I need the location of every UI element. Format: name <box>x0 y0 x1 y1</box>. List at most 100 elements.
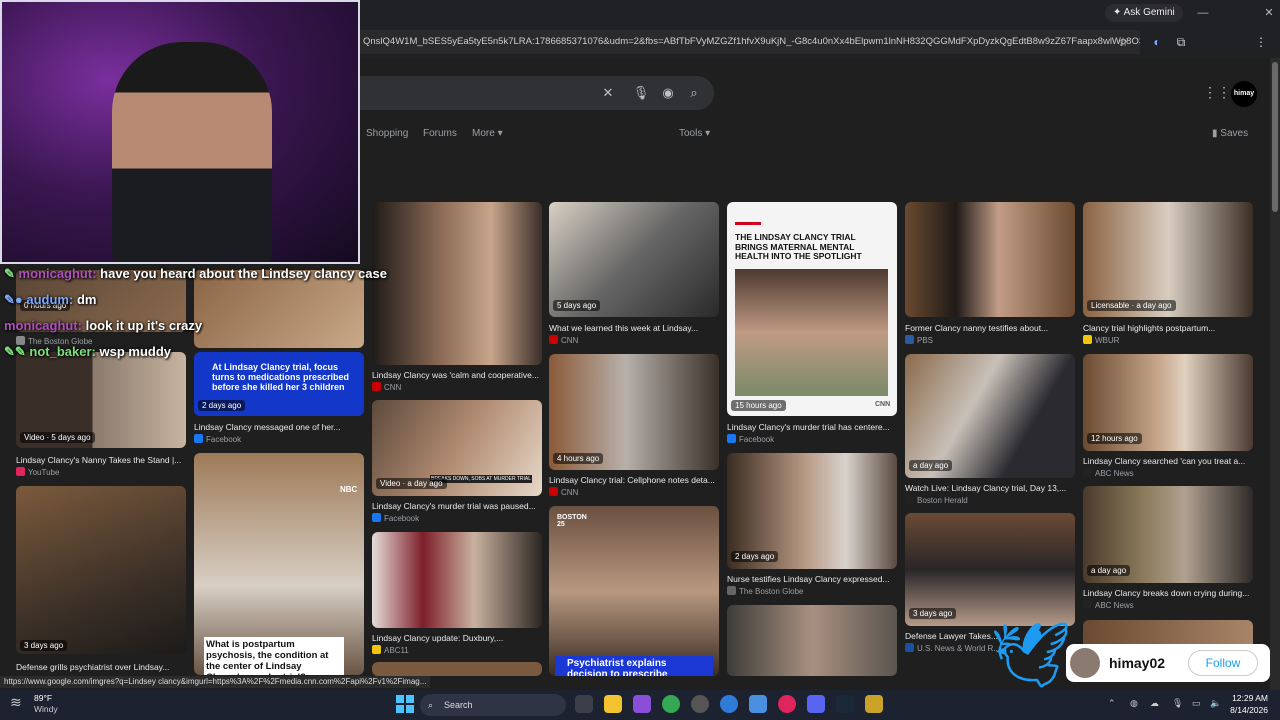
volume-icon[interactable]: 🔈 <box>1210 698 1221 709</box>
google-apps-icon[interactable]: ⋮⋮ <box>1203 84 1231 102</box>
thumbnail-headline: Psychiatrist explains decision to prescr… <box>555 656 713 676</box>
network-icon[interactable]: ▭ <box>1192 698 1201 709</box>
result-title: Former Clancy nanny testifies about... <box>905 323 1049 333</box>
close-icon[interactable]: ✕ <box>1258 4 1280 22</box>
result-source: CNN <box>549 487 578 497</box>
streamer-figure <box>112 42 272 262</box>
image-thumbnail: BOSTON 25 Psychiatrist explains decision… <box>549 506 719 676</box>
tray-app-icon[interactable]: ◍ <box>1130 698 1138 709</box>
result-title: What we learned this week at Lindsay... <box>549 323 699 333</box>
microphone-icon[interactable]: 🎙 <box>1172 698 1183 709</box>
image-result[interactable]: Lindsay Clancy was 'calm and cooperative… <box>372 202 542 392</box>
twitter-bird-icon: 🕊 <box>990 619 1072 691</box>
image-result-partial[interactable] <box>372 662 542 676</box>
result-source: YouTube <box>16 467 59 477</box>
tab-shopping[interactable]: Shopping <box>366 128 408 139</box>
taskbar-search[interactable]: ⌕ Search <box>420 694 566 716</box>
image-result[interactable]: THE LINDSAY CLANCY TRIAL BRINGS MATERNAL… <box>727 202 897 444</box>
ask-gemini-button[interactable]: ✦ Ask Gemini <box>1105 4 1183 22</box>
kebab-menu-icon[interactable]: ⋮ <box>1252 33 1270 51</box>
image-result[interactable]: 3 days ago Defense grills psychiatrist o… <box>16 486 186 676</box>
time-badge: 12 hours ago <box>1087 433 1142 444</box>
puzzle-icon[interactable]: ⧉ <box>1172 33 1190 51</box>
tab-more-label: More <box>472 128 495 139</box>
tab-more[interactable]: More ▾ <box>472 128 503 139</box>
result-source: ABC News <box>1083 600 1134 610</box>
weather-temp[interactable]: 89°F <box>34 693 52 703</box>
steam-icon[interactable] <box>836 695 854 713</box>
chat-username: monicaghut: <box>18 266 97 281</box>
saves-label: Saves <box>1220 128 1249 139</box>
image-result[interactable]: BOSTON 25 Psychiatrist explains decision… <box>549 506 719 676</box>
result-title: Lindsay Clancy trial: Cellphone notes de… <box>549 475 715 485</box>
obs-icon[interactable] <box>691 695 709 713</box>
discord-icon[interactable] <box>807 695 825 713</box>
copilot-icon[interactable] <box>633 695 651 713</box>
clock-time[interactable]: 12:29 AM <box>1228 693 1268 703</box>
image-result[interactable]: Former Clancy nanny testifies about... P… <box>905 202 1075 346</box>
image-result[interactable]: Licensable · a day ago Clancy trial high… <box>1083 202 1253 346</box>
edge-icon[interactable] <box>720 695 738 713</box>
result-title: Defense grills psychiatrist over Lindsay… <box>16 662 170 672</box>
profile-avatar[interactable]: himay <box>1231 81 1257 107</box>
tab-tools[interactable]: Tools ▾ <box>679 128 710 139</box>
microphone-icon[interactable]: 🎙 <box>632 84 650 102</box>
chat-text: wsp muddy <box>99 344 172 359</box>
store-icon[interactable] <box>749 695 767 713</box>
image-result[interactable]: Video · 5 days ago Lindsay Clancy's Nann… <box>16 352 186 477</box>
usnews-icon <box>905 643 914 652</box>
image-result[interactable]: BREAKS DOWN, SOBS AT MURDER TRIAL Video … <box>372 400 542 526</box>
chevron-up-icon[interactable]: ⌃ <box>1108 698 1116 709</box>
image-result[interactable]: NBC What is postpartum psychosis, the co… <box>194 453 364 675</box>
task-view-icon[interactable] <box>575 695 593 713</box>
image-result[interactable]: 4 hours ago Lindsay Clancy trial: Cellph… <box>549 354 719 498</box>
source-label: PBS <box>917 336 934 345</box>
saves-button[interactable]: ▮ Saves <box>1212 128 1248 139</box>
windows-start-icon[interactable] <box>396 695 414 713</box>
thumbnail-photo <box>735 269 888 396</box>
onedrive-icon[interactable]: ☁ <box>1150 698 1159 709</box>
source-label: The Boston Globe <box>739 587 804 596</box>
lens-icon[interactable]: ◉ <box>659 84 677 102</box>
source-label: CNN <box>561 336 579 345</box>
chrome-icon[interactable] <box>662 695 680 713</box>
result-source: Facebook <box>194 434 241 444</box>
scrollbar-thumb[interactable] <box>1272 62 1278 212</box>
source-label: Boston Herald <box>917 496 968 505</box>
source-label: Facebook <box>739 435 775 444</box>
app-icon[interactable] <box>865 695 883 713</box>
image-result[interactable]: 5 days ago What we learned this week at … <box>549 202 719 345</box>
image-result[interactable]: 2 days ago Nurse testifies Lindsay Clanc… <box>727 453 897 598</box>
cnn-icon <box>372 382 381 391</box>
image-result[interactable]: Lindsay Clancy update: Duxbury,... ABC11 <box>372 532 542 656</box>
result-title: Lindsay Clancy breaks down crying during… <box>1083 588 1250 598</box>
minimize-icon[interactable]: — <box>1192 4 1214 22</box>
time-badge: 2 days ago <box>731 551 779 562</box>
image-thumbnail <box>372 662 542 676</box>
image-result-partial[interactable] <box>727 605 897 676</box>
facebook-icon <box>372 513 381 522</box>
image-result[interactable]: At Lindsay Clancy trial, focus turns to … <box>194 352 364 446</box>
weather-wind-icon[interactable]: ≋ <box>10 694 22 711</box>
image-result[interactable]: 12 hours ago Lindsay Clancy searched 'ca… <box>1083 354 1253 478</box>
video-badge: Video · a day ago <box>376 478 447 489</box>
accent-bar <box>735 222 761 225</box>
weather-condition[interactable]: Windy <box>34 704 58 714</box>
chat-badge-icon: ✎ <box>4 266 15 281</box>
source-label: CNN <box>561 488 579 497</box>
follow-button[interactable]: Follow <box>1188 650 1258 676</box>
media-player-icon[interactable] <box>778 695 796 713</box>
clear-search-icon[interactable]: ✕ <box>599 84 617 102</box>
image-thumbnail: THE LINDSAY CLANCY TRIAL BRINGS MATERNAL… <box>727 202 897 416</box>
source-label: Facebook <box>206 435 242 444</box>
image-result[interactable]: a day ago Watch Live: Lindsay Clancy tri… <box>905 354 1075 506</box>
bookmark-star-icon[interactable]: ☆ <box>1114 33 1132 51</box>
tab-forums[interactable]: Forums <box>423 128 457 139</box>
search-icon[interactable]: ⌕ <box>685 84 703 102</box>
image-result[interactable]: a day ago Lindsay Clancy breaks down cry… <box>1083 486 1253 612</box>
extension-icon[interactable]: ◐ <box>1148 33 1166 51</box>
address-bar[interactable]: QnslQ4W1M_bSES5yEa5tyE5n5k7LRA:178668537… <box>360 30 1140 54</box>
file-explorer-icon[interactable] <box>604 695 622 713</box>
clock-date[interactable]: 8/14/2026 <box>1222 705 1268 715</box>
facebook-icon <box>727 434 736 443</box>
